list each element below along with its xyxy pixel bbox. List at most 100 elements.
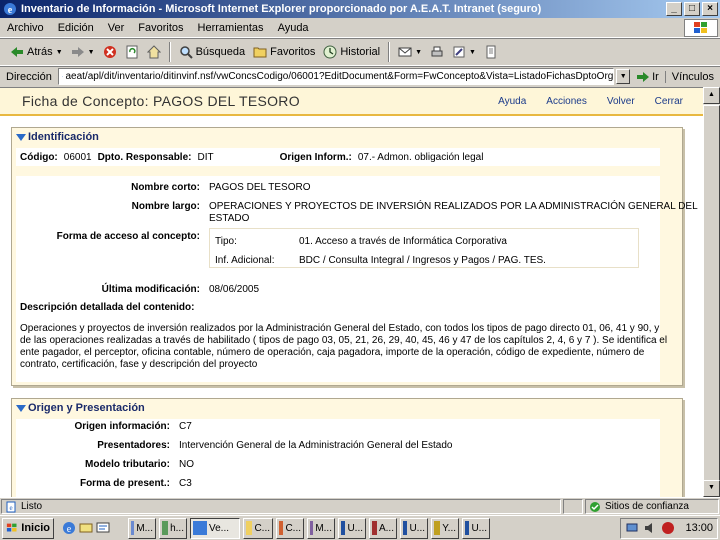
taskbar-button-8[interactable]: A...	[369, 517, 397, 539]
chevron-down-icon[interactable]: ▼	[415, 49, 422, 56]
forward-button[interactable]: ▼	[67, 40, 99, 64]
go-button[interactable]: Ir	[630, 71, 665, 83]
link-cerrar[interactable]: Cerrar	[655, 96, 683, 107]
menu-favoritos[interactable]: Favoritos	[131, 22, 190, 34]
taskbar-button-9[interactable]: U...	[400, 517, 428, 539]
volume-tray-icon[interactable]	[643, 521, 657, 535]
window-titlebar[interactable]: e Inventario de Información - Microsoft …	[0, 0, 720, 18]
refresh-icon	[126, 45, 138, 59]
scroll-up-button[interactable]: ▲	[703, 87, 720, 104]
presentadores-label: Presentadores:	[97, 440, 170, 451]
menu-bar: Archivo Edición Ver Favoritos Herramient…	[0, 18, 720, 38]
taskbar-button-5[interactable]: C...	[276, 517, 304, 539]
inf-adicional-value: BDC / Consulta Integral / Ingresos y Pag…	[299, 255, 546, 266]
section-origen-presentacion: Origen y Presentación Origen información…	[11, 398, 683, 497]
scroll-down-button[interactable]: ▼	[703, 480, 720, 497]
taskbar-clock[interactable]: 13:00	[685, 522, 713, 534]
collapse-triangle-icon[interactable]	[16, 133, 26, 141]
stop-button[interactable]	[99, 40, 121, 64]
word-window-icon	[465, 521, 470, 535]
section-title-identificacion[interactable]: Identificación	[16, 131, 99, 143]
address-dropdown-button[interactable]: ▼	[616, 69, 631, 84]
home-icon	[146, 45, 161, 59]
close-button[interactable]: ×	[702, 2, 718, 16]
go-arrow-icon	[637, 71, 650, 82]
maximize-button[interactable]: □	[684, 2, 700, 16]
section-heading: Identificación	[28, 131, 99, 143]
taskbar-button-7[interactable]: U...	[338, 517, 366, 539]
go-label: Ir	[652, 70, 659, 83]
taskbar-button-4[interactable]: C...	[243, 517, 273, 539]
chevron-down-icon[interactable]: ▼	[469, 49, 476, 56]
svg-text:e: e	[8, 5, 13, 16]
search-button[interactable]: Búsqueda	[175, 40, 250, 64]
chevron-down-icon[interactable]: ▼	[88, 49, 95, 56]
taskbar-label: Ve...	[209, 522, 230, 534]
back-button[interactable]: Atrás ▼	[6, 40, 67, 64]
nombre-corto-value: PAGOS DEL TESORO	[209, 182, 311, 193]
menu-herramientas[interactable]: Herramientas	[191, 22, 271, 34]
ie-quicklaunch-icon[interactable]: e	[62, 521, 76, 535]
windows-taskbar: Inicio e M... h... Ve... C... C... M... …	[0, 515, 720, 540]
page-header: Ficha de Concepto: PAGOS DEL TESORO Ayud…	[0, 88, 703, 116]
chevron-down-icon[interactable]: ▼	[56, 49, 63, 56]
taskbar-button-3[interactable]: Ve...	[190, 517, 240, 539]
window-icon	[131, 521, 135, 535]
refresh-button[interactable]	[121, 40, 143, 64]
section-title-origen-presentacion[interactable]: Origen y Presentación	[16, 402, 145, 414]
minimize-button[interactable]: _	[666, 2, 682, 16]
codigo-value: 06001	[63, 151, 92, 163]
modelo-tributario-label: Modelo tributario:	[85, 459, 170, 470]
network-tray-icon[interactable]	[625, 521, 639, 535]
favorites-label: Favoritos	[270, 46, 316, 58]
taskbar-label: M...	[136, 522, 153, 534]
antivirus-tray-icon[interactable]	[661, 521, 675, 535]
link-volver[interactable]: Volver	[607, 96, 635, 107]
print-button[interactable]	[426, 40, 448, 64]
menu-archivo[interactable]: Archivo	[0, 22, 51, 34]
discuss-button[interactable]	[480, 40, 502, 64]
history-label: Historial	[340, 46, 381, 58]
menu-edicion[interactable]: Edición	[51, 22, 101, 34]
status-text: Listo	[21, 501, 43, 512]
link-ayuda[interactable]: Ayuda	[498, 96, 526, 107]
back-label: Atrás	[27, 46, 53, 58]
dpto-value: DIT	[197, 151, 214, 163]
menu-ver[interactable]: Ver	[101, 22, 132, 34]
vertical-scrollbar[interactable]: ▲ ▼	[703, 87, 720, 497]
window-icon	[162, 521, 169, 535]
scroll-thumb[interactable]	[703, 105, 720, 485]
taskbar-button-2[interactable]: h...	[159, 517, 187, 539]
favorites-folder-icon	[253, 47, 267, 58]
links-toolbar[interactable]: Vínculos	[664, 70, 720, 83]
menu-ayuda[interactable]: Ayuda	[271, 22, 316, 34]
tipo-label: Tipo:	[215, 236, 237, 247]
descripcion-line1: Operaciones y proyectos de inversión rea…	[20, 323, 660, 334]
favorites-button[interactable]: Favoritos	[249, 40, 319, 64]
home-button[interactable]	[143, 40, 165, 64]
folder-window-icon	[246, 521, 253, 535]
ultima-modificacion-value: 08/06/2005	[209, 284, 260, 295]
start-button[interactable]: Inicio	[2, 517, 54, 539]
origen-informacion-label: Origen información:	[74, 421, 170, 432]
word-window-icon	[341, 521, 346, 535]
desktop-quicklaunch-icon[interactable]	[96, 521, 110, 535]
history-button[interactable]: Historial	[319, 40, 384, 64]
mail-button[interactable]: ▼	[394, 40, 426, 64]
taskbar-button-6[interactable]: M...	[307, 517, 335, 539]
modelo-tributario-value: NO	[179, 459, 194, 470]
edit-button[interactable]: ▼	[448, 40, 480, 64]
taskbar-button-11[interactable]: U...	[462, 517, 490, 539]
taskbar-button-1[interactable]: M...	[128, 517, 156, 539]
collapse-triangle-icon[interactable]	[16, 404, 26, 412]
history-icon	[323, 45, 337, 59]
document-icon	[486, 45, 496, 59]
taskbar-label: Y...	[442, 522, 456, 534]
address-input[interactable]: e aeat/apl/dit/inventario/ditinvinf.nsf/…	[57, 68, 615, 85]
page-done-icon: e	[6, 501, 16, 512]
taskbar-button-10[interactable]: Y...	[431, 517, 459, 539]
windows-logo-icon	[6, 523, 17, 532]
origen-inform-value: 07.- Admon. obligación legal	[357, 151, 484, 163]
link-acciones[interactable]: Acciones	[546, 96, 587, 107]
outlook-quicklaunch-icon[interactable]	[79, 521, 93, 535]
